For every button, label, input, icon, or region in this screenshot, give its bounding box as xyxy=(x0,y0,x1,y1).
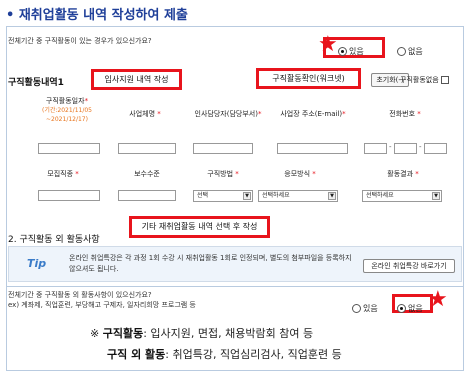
phone-input-1[interactable] xyxy=(364,143,387,154)
header-method-label: 구직방법 xyxy=(207,170,234,178)
header-company-label: 사업체명 xyxy=(129,110,156,118)
radio-no-indicator[interactable] xyxy=(397,47,406,56)
header-pay-label: 보수수준 xyxy=(134,170,160,178)
header-method: 구직방법 * xyxy=(188,170,258,179)
header-phone-label: 전화번호 xyxy=(389,110,416,118)
radio-q2-yes[interactable]: 있음 xyxy=(352,298,378,317)
summary-label-1: 구직활동 xyxy=(102,327,144,340)
no-activity-checkbox[interactable] xyxy=(440,76,449,84)
required-mark: * xyxy=(257,110,262,118)
radio-no-label: 없음 xyxy=(408,47,423,56)
header-date-range: (기간:2021/11/05 ~2021/12/17) xyxy=(42,107,92,123)
section1-title: 구직활동내역1 xyxy=(8,78,64,88)
job-input[interactable] xyxy=(38,190,100,201)
required-mark: * xyxy=(157,110,161,118)
radio-q1-no[interactable]: 없음 xyxy=(397,41,423,60)
header-date: 구직활동일자* (기간:2021/11/05 ~2021/12/17) xyxy=(24,97,110,124)
header-address-label: 사업장 주소(E-mail) xyxy=(280,110,343,118)
tag-other-activity: 기타 재취업활동 내역 선택 후 작성 xyxy=(129,216,270,238)
header-job: 모집직종 * xyxy=(28,170,98,179)
header-job-label: 모집직종 xyxy=(47,170,74,178)
question-2-line2: ex) 계좌제, 직업훈련, 부당해고 구제자, 일자리희망 프로그램 등 xyxy=(8,301,196,309)
chevron-down-icon: ▼ xyxy=(432,192,440,200)
header-contact-label: 인사담당자(담당부서) xyxy=(194,110,258,118)
phone-separator-2: - xyxy=(419,143,422,151)
method-select-value: 선택 xyxy=(197,192,209,199)
section2-title: 2. 구직활동 외 활동사항 xyxy=(8,235,100,245)
btn-confirm-worknet[interactable]: 구직활동확인(워크넷) xyxy=(256,68,361,89)
radio-q1-yes[interactable]: 있음 xyxy=(338,41,364,60)
required-mark: * xyxy=(312,170,316,178)
date-input[interactable] xyxy=(38,143,100,154)
result-select-value: 선택하세요 xyxy=(366,192,394,199)
result-select[interactable]: 선택하세요 ▼ xyxy=(362,190,442,202)
question-1: 전체기간 중 구직활동이 있는 경우가 있으신가요? xyxy=(8,37,152,45)
notice-box: Tip 온라인 취업특강은 각 과정 1회 수강 시 재취업활동 1회로 인정되… xyxy=(8,246,462,282)
summary-mark: ※ xyxy=(90,327,100,340)
radio-yes-label: 있음 xyxy=(349,47,364,56)
radio-yes-indicator[interactable] xyxy=(338,47,347,56)
no-activity-check[interactable]: 구직활동없음 xyxy=(400,75,449,85)
radio-q2-yes-label: 있음 xyxy=(363,304,378,313)
required-mark: * xyxy=(417,110,421,118)
pay-input[interactable] xyxy=(118,190,176,201)
required-mark: * xyxy=(342,110,346,118)
radio-q2-no-label: 없음 xyxy=(408,304,423,313)
header-result-label: 활동결과 xyxy=(387,170,414,178)
radio-q2-no[interactable]: 없음 xyxy=(397,298,423,317)
header-pay: 보수수준 xyxy=(112,170,182,179)
star-icon: ★ xyxy=(318,32,338,57)
header-phone: 전화번호 * xyxy=(365,110,445,119)
method-select[interactable]: 선택 ▼ xyxy=(193,190,253,202)
required-mark: * xyxy=(415,170,419,178)
notice-text: 온라인 취업특강은 각 과정 1회 수강 시 재취업활동 1회로 인정되며, 별… xyxy=(69,254,352,273)
contact-input[interactable] xyxy=(193,143,253,154)
required-mark: * xyxy=(235,170,239,178)
summary-line-1: ※ 구직활동: 입사지원, 면접, 채용박람회 참여 등 xyxy=(90,325,313,341)
header-address: 사업장 주소(E-mail)* xyxy=(268,110,358,119)
online-lecture-button[interactable]: 온라인 취업특강 바로가기 xyxy=(363,259,455,273)
chevron-down-icon: ▼ xyxy=(328,192,336,200)
question-2-line1: 전체기간 중 구직활동 외 활동사항이 있으신가요? xyxy=(8,291,152,299)
header-apply-label: 응모방식 xyxy=(284,170,311,178)
question-2: 전체기간 중 구직활동 외 활동사항이 있으신가요? ex) 계좌제, 직업훈련… xyxy=(8,290,196,310)
header-apply: 응모방식 * xyxy=(265,170,335,179)
page-heading: • 재취업활동 내역 작성하여 제출 xyxy=(6,8,188,23)
tag-support-history: 입사지원 내역 작성 xyxy=(91,69,182,90)
address-input[interactable] xyxy=(277,143,348,154)
company-input[interactable] xyxy=(118,143,176,154)
header-date-label: 구직활동일자 xyxy=(45,97,85,105)
required-mark: * xyxy=(75,170,79,178)
summary-line-2: 구직 외 활동: 취업특강, 직업심리검사, 직업훈련 등 xyxy=(107,346,342,362)
tip-icon: Tip xyxy=(27,257,47,270)
phone-separator-1: - xyxy=(389,143,392,151)
header-result: 활동결과 * xyxy=(368,170,438,179)
phone-input-3[interactable] xyxy=(424,143,447,154)
summary-text-2: : 취업특강, 직업심리검사, 직업훈련 등 xyxy=(165,348,342,361)
chevron-down-icon: ▼ xyxy=(243,192,251,200)
star-icon: ★ xyxy=(428,287,448,312)
header-company: 사업체명 * xyxy=(110,110,180,119)
divider xyxy=(6,286,464,287)
apply-select-value: 선택하세요 xyxy=(262,192,290,199)
apply-select[interactable]: 선택하세요 ▼ xyxy=(258,190,338,202)
summary-label-2: 구직 외 활동 xyxy=(107,348,166,361)
required-mark: * xyxy=(84,97,89,105)
phone-input-2[interactable] xyxy=(394,143,417,154)
summary-text-1: : 입사지원, 면접, 채용박람회 참여 등 xyxy=(143,327,314,340)
radio-q2-yes-indicator[interactable] xyxy=(352,304,361,313)
header-contact: 인사담당자(담당부서)* xyxy=(183,110,273,119)
radio-q2-no-indicator[interactable] xyxy=(397,304,406,313)
no-activity-label: 구직활동없음 xyxy=(400,76,439,84)
